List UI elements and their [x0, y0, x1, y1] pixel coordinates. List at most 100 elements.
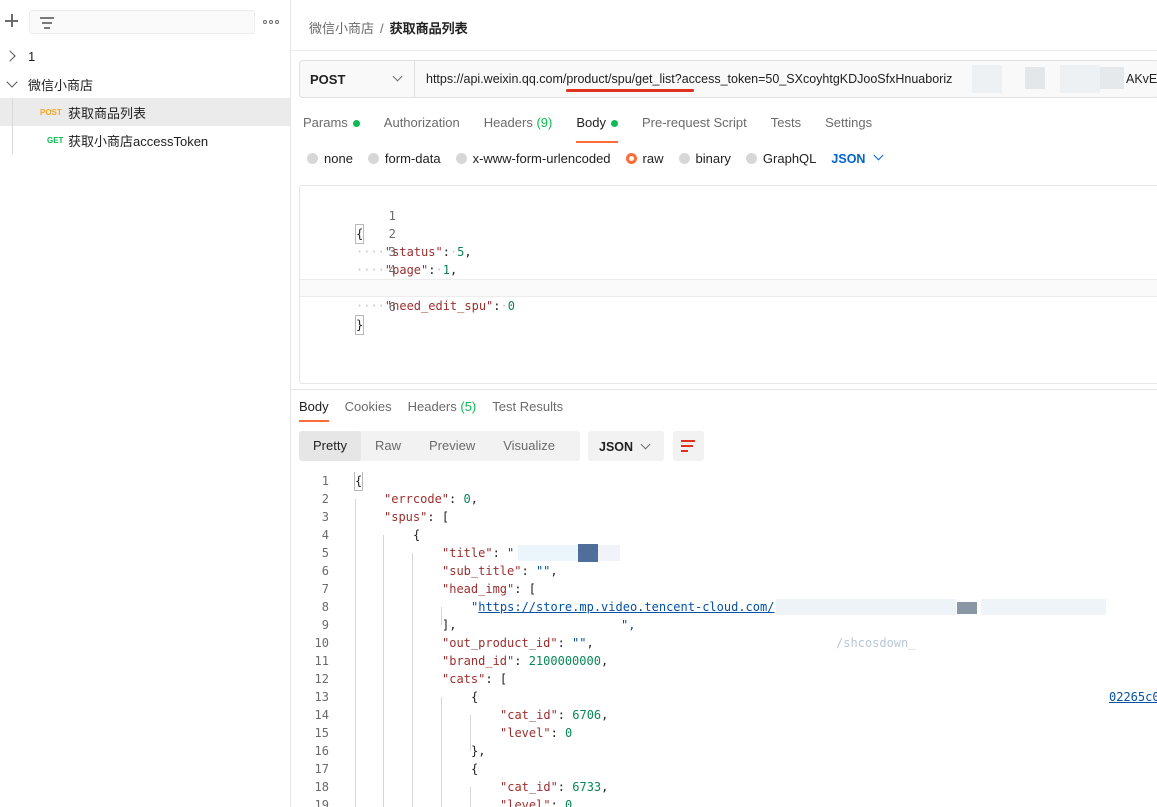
- sidebar-item-collection-1[interactable]: 1: [0, 42, 290, 70]
- filter-input[interactable]: [29, 10, 255, 34]
- redaction: [1025, 67, 1045, 89]
- tab-count: (5): [460, 399, 477, 414]
- tab-response-cookies[interactable]: Cookies: [345, 399, 392, 414]
- code-line: 8 "https://store.mp.video.tencent-cloud.c…: [321, 599, 1157, 704]
- radio-label: GraphQL: [762, 151, 817, 166]
- radio-raw[interactable]: raw: [625, 151, 664, 166]
- tab-params[interactable]: Params: [303, 115, 360, 139]
- code-line: 13{: [314, 690, 479, 704]
- view-raw-button[interactable]: Raw: [361, 431, 415, 461]
- chevron-down-icon: [874, 150, 884, 161]
- radio-label: none: [324, 151, 353, 166]
- tab-response-test-results[interactable]: Test Results: [492, 399, 563, 414]
- tree-guide: [12, 98, 13, 126]
- tab-response-headers[interactable]: Headers (5): [408, 399, 477, 414]
- status-dot-icon: [352, 120, 360, 128]
- radio-icon: [455, 153, 467, 164]
- code-line: 2 ····"status":·5,: [356, 227, 472, 259]
- radio-graphql[interactable]: GraphQL: [745, 151, 817, 166]
- tab-label: Test Results: [492, 399, 564, 414]
- radio-form-data[interactable]: form-data: [367, 151, 441, 166]
- radio-icon: [367, 153, 379, 164]
- radio-label: form-data: [384, 151, 441, 166]
- radio-icon: [307, 153, 318, 164]
- redaction: [776, 599, 956, 615]
- code-text: }: [354, 315, 365, 335]
- code-line: 10 "out_product_id": "",: [314, 636, 594, 650]
- divider: [291, 50, 1157, 51]
- view-visualize-button[interactable]: Visualize: [489, 431, 569, 461]
- more-icon[interactable]: [263, 20, 279, 24]
- chevron-right-icon: [4, 50, 16, 62]
- code-line: 18 "cat_id": 6733,: [314, 780, 609, 794]
- sidebar-item-label: 获取商品列表: [68, 105, 147, 121]
- line-number: 6: [388, 300, 396, 314]
- tab-label: Params: [303, 115, 348, 130]
- response-format-select[interactable]: JSON: [588, 431, 664, 461]
- tab-response-body[interactable]: Body: [299, 399, 329, 422]
- url-bar: POST https://api.weixin.qq.com/product/s…: [299, 60, 1157, 98]
- radio-icon: [678, 153, 690, 164]
- json-value: 0: [507, 299, 515, 313]
- view-pretty-button[interactable]: Pretty: [299, 431, 361, 461]
- breadcrumb-separator: /: [380, 21, 384, 36]
- body-format-select[interactable]: JSON: [831, 150, 884, 166]
- code-line: 12 "cats": [: [314, 672, 508, 686]
- code-line: 5 ····"need_edit_spu":·0: [300, 261, 1157, 313]
- tab-label: Body: [299, 399, 329, 414]
- tab-settings[interactable]: Settings: [825, 115, 872, 139]
- code-line: 9],: [321, 618, 457, 632]
- tab-label: Headers: [483, 115, 533, 130]
- sidebar-item-request-get-product-list[interactable]: POST 获取商品列表: [0, 98, 290, 126]
- radio-label: binary: [695, 151, 731, 166]
- main-panel: 微信小商店 / 获取商品列表 POST https://api.weixin.qq.…: [291, 0, 1157, 807]
- method-select[interactable]: POST: [300, 61, 415, 97]
- tab-label: Body: [576, 115, 606, 130]
- wrap-lines-button[interactable]: [673, 431, 704, 461]
- divider: [291, 389, 1157, 390]
- tab-headers[interactable]: Headers (9): [484, 115, 553, 139]
- sidebar-item-label: 获取小商店accessToken: [68, 133, 209, 149]
- tab-tests[interactable]: Tests: [771, 115, 801, 139]
- tab-authorization[interactable]: Authorization: [384, 115, 460, 139]
- breadcrumb-parent[interactable]: 微信小商店: [309, 21, 374, 36]
- app-window: 1 微信小商店 POST 获取商品列表 GET 获取小商店accessToken…: [0, 0, 1157, 807]
- url-underline-annotation: [566, 89, 694, 92]
- redaction: [972, 65, 1002, 93]
- radio-binary[interactable]: binary: [678, 151, 731, 166]
- code-line: 4{: [321, 528, 421, 542]
- sidebar-item-label: 1: [28, 48, 36, 64]
- code-line: 17{: [314, 762, 479, 776]
- response-format-label: JSON: [599, 440, 634, 454]
- tab-body[interactable]: Body: [576, 115, 618, 143]
- sidebar-item-request-get-access-token[interactable]: GET 获取小商店accessToken: [0, 126, 290, 154]
- sidebar-item-label: 微信小商店: [28, 77, 94, 93]
- request-body-editor[interactable]: 1 { 2 ····"status":·5, 3 ····"page":·1, …: [299, 185, 1157, 384]
- code-line: 19 "level": 0: [314, 798, 573, 807]
- sidebar-item-collection-wechat-shop[interactable]: 微信小商店: [0, 70, 290, 98]
- redaction: [518, 545, 578, 561]
- response-body-viewer[interactable]: 1{ 2 "errcode": 0, 3 "spus": [ 4{ 5 "title"…: [291, 472, 1157, 807]
- request-tabs: Params Authorization Headers (9) Body Pr…: [303, 115, 896, 143]
- view-preview-button[interactable]: Preview: [415, 431, 489, 461]
- code-line: 11 "brand_id": 2100000000,: [314, 654, 609, 668]
- plus-icon[interactable]: [4, 12, 20, 28]
- code-line: 4 ····"page_size":·10,: [300, 243, 1157, 295]
- body-format-label: JSON: [831, 151, 866, 166]
- tab-label: Tests: [770, 115, 802, 130]
- radio-none[interactable]: none: [307, 151, 353, 166]
- code-line: 2 "errcode": 0,: [321, 492, 478, 506]
- code-line: 15 "level": 0: [314, 726, 573, 740]
- redaction: [578, 544, 598, 562]
- tab-label: Pre-request Script: [641, 115, 747, 130]
- link-head-img[interactable]: https://store.mp.video.tencent-cloud.com…: [478, 600, 774, 614]
- tab-count: (9): [536, 115, 553, 130]
- tab-label: Authorization: [383, 115, 460, 130]
- tab-pre-request-script[interactable]: Pre-request Script: [642, 115, 747, 139]
- code-line: 16},: [314, 744, 486, 758]
- sidebar: 1 微信小商店 POST 获取商品列表 GET 获取小商店accessToken: [0, 0, 291, 807]
- radio-x-www-form-urlencoded[interactable]: x-www-form-urlencoded: [455, 151, 611, 166]
- radio-label: raw: [642, 151, 664, 166]
- breadcrumb-current: 获取商品列表: [389, 21, 468, 36]
- response-view-toggle: Pretty Raw Preview Visualize: [299, 431, 580, 461]
